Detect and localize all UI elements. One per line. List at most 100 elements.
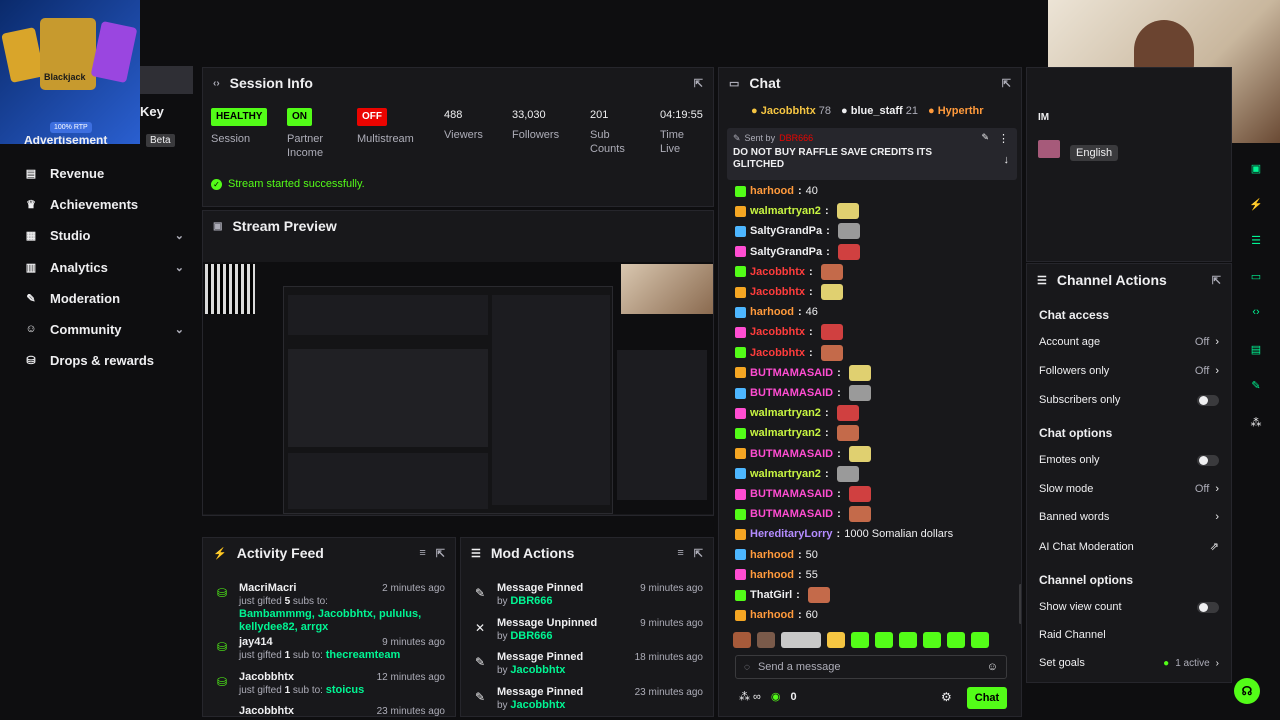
chat-message[interactable]: SaltyGrandPa:	[735, 243, 1013, 261]
chat-username[interactable]: BUTMAMASAID	[750, 508, 833, 520]
gifter[interactable]: ● blue_staff 21	[841, 105, 918, 117]
more-icon[interactable]: ⋮	[998, 132, 1009, 145]
chat-username[interactable]: Jacobbhtx	[750, 266, 805, 278]
chat-username[interactable]: walmartryan2	[750, 407, 821, 419]
emote[interactable]	[851, 632, 869, 648]
chat-message[interactable]: BUTMAMASAID:	[735, 384, 1013, 402]
popout-icon[interactable]: ⇱	[694, 547, 703, 560]
support-button[interactable]: ☊	[1234, 678, 1260, 704]
chat-username[interactable]: BUTMAMASAID	[750, 367, 833, 379]
gifter[interactable]: ● Hyperthr	[928, 105, 984, 117]
sidebar-item-key[interactable]: Key	[140, 104, 164, 119]
infinity-icon[interactable]: ⁂ ∞	[739, 690, 761, 703]
chat-username[interactable]: SaltyGrandPa	[750, 225, 822, 237]
chat-username[interactable]: Jacobbhtx	[750, 326, 805, 338]
chat-message[interactable]: SaltyGrandPa:	[735, 222, 1013, 240]
setting-followers-only[interactable]: Followers only Off ›	[1039, 365, 1219, 377]
unpin-button[interactable]: ✎	[981, 132, 989, 143]
share-icon[interactable]: ⁂	[1243, 409, 1269, 435]
sidebar-item-key-bg[interactable]	[140, 66, 193, 94]
bolt-icon[interactable]: ⚡	[1243, 191, 1269, 217]
chat-message[interactable]: Jacobbhtx:	[735, 344, 1013, 362]
code-icon[interactable]: ‹›	[1243, 299, 1269, 325]
setting-subscribers-only[interactable]: Subscribers only	[1039, 394, 1219, 406]
chat-input[interactable]: ◌ Send a message ☺	[735, 655, 1007, 679]
chat-username[interactable]: ThatGirl	[750, 589, 792, 601]
popout-icon[interactable]: ⇱	[694, 77, 703, 90]
chat-message[interactable]: Jacobbhtx:	[735, 323, 1013, 341]
setting-slow-mode[interactable]: Slow mode Off ›	[1039, 483, 1219, 495]
casino-promo[interactable]: Blackjack 100% RTP	[0, 0, 140, 144]
chat-message[interactable]: walmartryan2:	[735, 404, 1013, 422]
chat-message[interactable]: HereditaryLorry:1000 Somalian dollars	[735, 525, 1013, 543]
toggle-switch[interactable]	[1197, 394, 1219, 406]
sidebar-item-achievements[interactable]: ♛ Achievements	[24, 197, 184, 212]
chat-username[interactable]: Jacobbhtx	[750, 347, 805, 359]
emote[interactable]	[757, 632, 775, 648]
chat-scrollbar[interactable]	[1019, 584, 1021, 624]
sidebar-item-drops[interactable]: ⛁ Drops & rewards	[24, 353, 184, 368]
chat-message[interactable]: BUTMAMASAID:	[735, 485, 1013, 503]
chat-username[interactable]: SaltyGrandPa	[750, 246, 822, 258]
chat-username[interactable]: walmartryan2	[750, 427, 821, 439]
setting-show-view-count[interactable]: Show view count	[1039, 601, 1219, 613]
chat-username[interactable]: walmartryan2	[750, 205, 821, 217]
chat-username[interactable]: BUTMAMASAID	[750, 448, 833, 460]
emote[interactable]	[733, 632, 751, 648]
stream-video[interactable]	[203, 262, 713, 514]
toggle-switch[interactable]	[1197, 601, 1219, 613]
emote[interactable]	[899, 632, 917, 648]
chat-message[interactable]: BUTMAMASAID:	[735, 505, 1013, 523]
setting-ai-chat-moderation[interactable]: AI Chat Moderation ⇗	[1039, 540, 1219, 554]
chat-icon[interactable]: ▭	[1243, 263, 1269, 289]
session-panel-icon[interactable]: ▣	[1243, 155, 1269, 181]
chat-username[interactable]: BUTMAMASAID	[750, 387, 833, 399]
setting-banned-words[interactable]: Banned words ›	[1039, 511, 1219, 523]
setting-emotes-only[interactable]: Emotes only	[1039, 454, 1219, 466]
chat-message[interactable]: BUTMAMASAID:	[735, 445, 1013, 463]
chat-message[interactable]: harhood:46	[735, 303, 1013, 321]
chat-message[interactable]: harhood:55	[735, 566, 1013, 584]
emote[interactable]	[827, 632, 845, 648]
chat-username[interactable]: harhood	[750, 569, 794, 581]
popout-icon[interactable]: ⇱	[1002, 77, 1011, 90]
chat-username[interactable]: harhood	[750, 306, 794, 318]
chat-username[interactable]: BUTMAMASAID	[750, 488, 833, 500]
popout-icon[interactable]: ⇱	[1212, 274, 1221, 287]
sidebar-item-studio[interactable]: ▦ Studio ⌄	[24, 228, 184, 243]
emoji-icon[interactable]: ☺	[987, 661, 998, 673]
setting-account-age[interactable]: Account age Off ›	[1039, 336, 1219, 348]
chat-message[interactable]: Jacobbhtx:	[735, 263, 1013, 281]
sidebar-item-community[interactable]: ☺ Community ⌄	[24, 322, 184, 337]
sidebar-item-moderation[interactable]: ✎ Moderation	[24, 291, 184, 306]
popout-icon[interactable]: ⇱	[436, 547, 445, 560]
sidebar-item-revenue[interactable]: ▤ Revenue	[24, 166, 184, 181]
setting-raid-channel[interactable]: Raid Channel	[1039, 629, 1219, 641]
chat-message[interactable]: ThatGirl:	[735, 586, 1013, 604]
chat-message[interactable]: Jacobbhtx:	[735, 283, 1013, 301]
expand-icon[interactable]: ↓	[1004, 154, 1010, 166]
wrench-icon[interactable]: ✎	[1243, 372, 1269, 398]
emote[interactable]	[923, 632, 941, 648]
chat-message[interactable]: walmartryan2:	[735, 424, 1013, 442]
chat-username[interactable]: harhood	[750, 609, 794, 621]
chat-send-button[interactable]: Chat	[967, 687, 1007, 709]
chat-username[interactable]: harhood	[750, 549, 794, 561]
chat-message[interactable]: walmartryan2:	[735, 465, 1013, 483]
chat-message[interactable]: harhood:50	[735, 546, 1013, 564]
emote[interactable]	[781, 632, 821, 648]
chat-message[interactable]: harhood:60	[735, 606, 1013, 624]
chat-username[interactable]: HereditaryLorry	[750, 528, 833, 540]
gear-icon[interactable]: ⚙	[941, 690, 952, 704]
emote[interactable]	[947, 632, 965, 648]
sidebar-item-advertisement[interactable]: Advertisement	[24, 136, 144, 146]
emote[interactable]	[971, 632, 989, 648]
chat-message[interactable]: harhood:40	[735, 182, 1013, 200]
preview-icon[interactable]: ▤	[1243, 336, 1269, 362]
filter-icon[interactable]: ≡	[419, 547, 425, 559]
chat-message[interactable]: walmartryan2:	[735, 202, 1013, 220]
chat-username[interactable]: walmartryan2	[750, 468, 821, 480]
sidebar-item-analytics[interactable]: ▥ Analytics ⌄	[24, 260, 184, 275]
chat-message[interactable]: BUTMAMASAID:	[735, 364, 1013, 382]
setting-set-goals[interactable]: Set goals ● 1 active ›	[1039, 657, 1219, 669]
